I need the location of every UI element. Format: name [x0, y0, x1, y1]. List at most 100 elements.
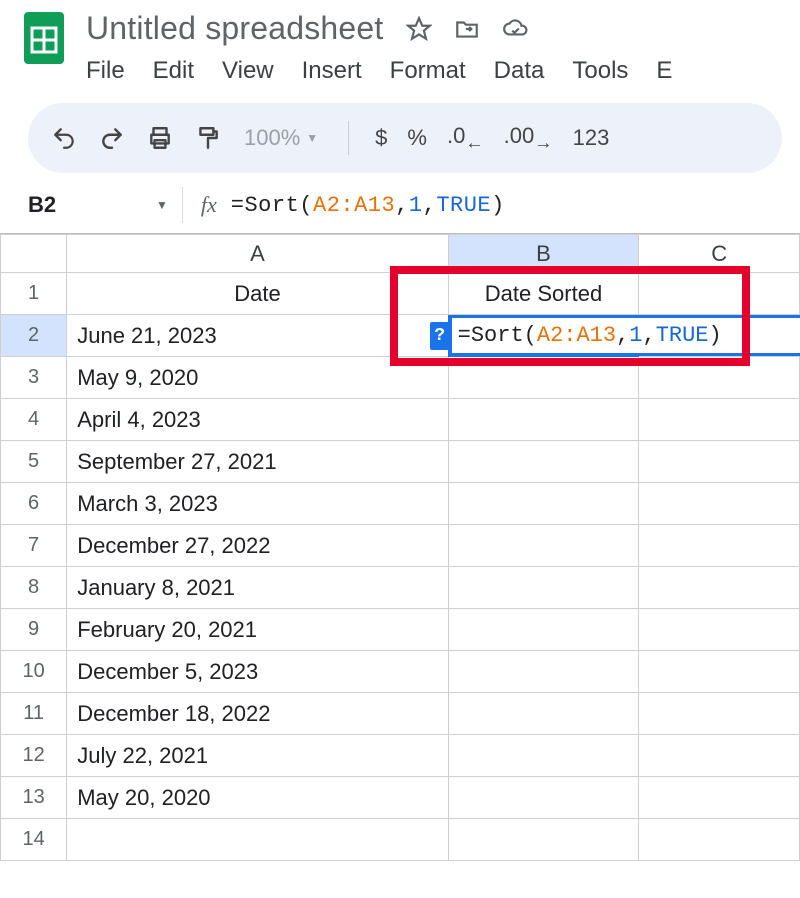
cell-C2[interactable] [639, 315, 800, 357]
star-icon[interactable] [406, 16, 432, 42]
row-header[interactable]: 7 [1, 525, 67, 567]
cloud-saved-icon[interactable] [502, 16, 528, 42]
row-header[interactable]: 6 [1, 483, 67, 525]
cell-B9[interactable] [448, 609, 639, 651]
document-title[interactable]: Untitled spreadsheet [86, 10, 384, 47]
number-format-dropdown[interactable]: 123 [573, 125, 610, 151]
formula-token: ) [491, 193, 505, 218]
formula-token: ( [524, 323, 537, 348]
cell-C13[interactable] [639, 777, 800, 819]
cell-A13[interactable]: May 20, 2020 [67, 777, 448, 819]
move-folder-icon[interactable] [454, 16, 480, 42]
cell-C6[interactable] [639, 483, 800, 525]
row-2: 2 June 21, 2023 ? =Sort(A2:A13,1,TRUE) [1, 315, 800, 357]
zoom-dropdown[interactable]: 100% ▼ [244, 125, 318, 151]
cell-C3[interactable] [639, 357, 800, 399]
row-3: 3 May 9, 2020 [1, 357, 800, 399]
column-header-A[interactable]: A [67, 235, 448, 273]
row-header[interactable]: 13 [1, 777, 67, 819]
cell-A2[interactable]: June 21, 2023 [67, 315, 448, 357]
row-14: 14 [1, 819, 800, 861]
row-6: 6 March 3, 2023 [1, 483, 800, 525]
cell-C12[interactable] [639, 735, 800, 777]
row-header[interactable]: 2 [1, 315, 67, 357]
cell-C5[interactable] [639, 441, 800, 483]
menu-view[interactable]: View [222, 57, 274, 85]
cell-A4[interactable]: April 4, 2023 [67, 399, 448, 441]
increase-decimal-button[interactable]: .00→ [504, 123, 553, 153]
print-button[interactable] [146, 124, 174, 152]
paint-format-button[interactable] [194, 124, 222, 152]
cell-B14[interactable] [448, 819, 639, 861]
cell-A9[interactable]: February 20, 2021 [67, 609, 448, 651]
toolbar-separator [348, 121, 349, 155]
cell-C14[interactable] [639, 819, 800, 861]
row-header[interactable]: 9 [1, 609, 67, 651]
menu-insert[interactable]: Insert [302, 57, 362, 85]
column-header-C[interactable]: C [639, 235, 800, 273]
formula-token-bool: TRUE [436, 193, 491, 218]
cell-B12[interactable] [448, 735, 639, 777]
name-box[interactable]: B2 [18, 188, 148, 222]
cell-C1[interactable] [639, 273, 800, 315]
cell-A5[interactable]: September 27, 2021 [67, 441, 448, 483]
zoom-value: 100% [244, 125, 300, 151]
cell-B3[interactable] [448, 357, 639, 399]
cell-B4[interactable] [448, 399, 639, 441]
row-header[interactable]: 3 [1, 357, 67, 399]
cell-B5[interactable] [448, 441, 639, 483]
cell-A8[interactable]: January 8, 2021 [67, 567, 448, 609]
select-all-cell[interactable] [1, 235, 67, 273]
row-8: 8 January 8, 2021 [1, 567, 800, 609]
cell-C10[interactable] [639, 651, 800, 693]
row-header[interactable]: 11 [1, 693, 67, 735]
menu-data[interactable]: Data [494, 57, 545, 85]
row-header[interactable]: 8 [1, 567, 67, 609]
cell-B11[interactable] [448, 693, 639, 735]
cell-A12[interactable]: July 22, 2021 [67, 735, 448, 777]
cell-A7[interactable]: December 27, 2022 [67, 525, 448, 567]
cell-A14[interactable] [67, 819, 448, 861]
currency-format-button[interactable]: $ [375, 125, 387, 151]
column-header-B[interactable]: B [448, 235, 639, 273]
row-header[interactable]: 5 [1, 441, 67, 483]
cell-A1[interactable]: Date [67, 273, 448, 315]
menu-file[interactable]: File [86, 57, 125, 85]
decrease-decimal-button[interactable]: .0← [447, 123, 484, 153]
cell-C9[interactable] [639, 609, 800, 651]
cell-C11[interactable] [639, 693, 800, 735]
row-header[interactable]: 12 [1, 735, 67, 777]
cell-B2-editing[interactable]: ? =Sort(A2:A13,1,TRUE) [448, 315, 639, 357]
chevron-down-icon[interactable]: ▼ [156, 198, 168, 212]
percent-format-button[interactable]: % [407, 125, 427, 151]
cell-B13[interactable] [448, 777, 639, 819]
row-header[interactable]: 10 [1, 651, 67, 693]
formula-token: ( [299, 193, 313, 218]
cell-A3[interactable]: May 9, 2020 [67, 357, 448, 399]
menu-more[interactable]: E [656, 57, 672, 85]
cell-A10[interactable]: December 5, 2023 [67, 651, 448, 693]
cell-A11[interactable]: December 18, 2022 [67, 693, 448, 735]
cell-B6[interactable] [448, 483, 639, 525]
row-12: 12 July 22, 2021 [1, 735, 800, 777]
cell-B7[interactable] [448, 525, 639, 567]
cell-C8[interactable] [639, 567, 800, 609]
row-header[interactable]: 4 [1, 399, 67, 441]
cell-B10[interactable] [448, 651, 639, 693]
undo-button[interactable] [50, 124, 78, 152]
cell-A6[interactable]: March 3, 2023 [67, 483, 448, 525]
spreadsheet-grid[interactable]: A B C 1 Date Date Sorted 2 June 21, 2023… [0, 233, 800, 861]
menu-format[interactable]: Format [390, 57, 466, 85]
cell-C7[interactable] [639, 525, 800, 567]
formula-help-icon[interactable]: ? [430, 322, 450, 350]
redo-button[interactable] [98, 124, 126, 152]
cell-B1[interactable]: Date Sorted [448, 273, 639, 315]
menu-edit[interactable]: Edit [153, 57, 194, 85]
menu-tools[interactable]: Tools [572, 57, 628, 85]
row-header[interactable]: 1 [1, 273, 67, 315]
formula-bar[interactable]: =Sort(A2:A13,1,TRUE) [231, 193, 505, 218]
cell-B8[interactable] [448, 567, 639, 609]
cell-C4[interactable] [639, 399, 800, 441]
sheets-logo-icon [22, 10, 66, 66]
row-header[interactable]: 14 [1, 819, 67, 861]
